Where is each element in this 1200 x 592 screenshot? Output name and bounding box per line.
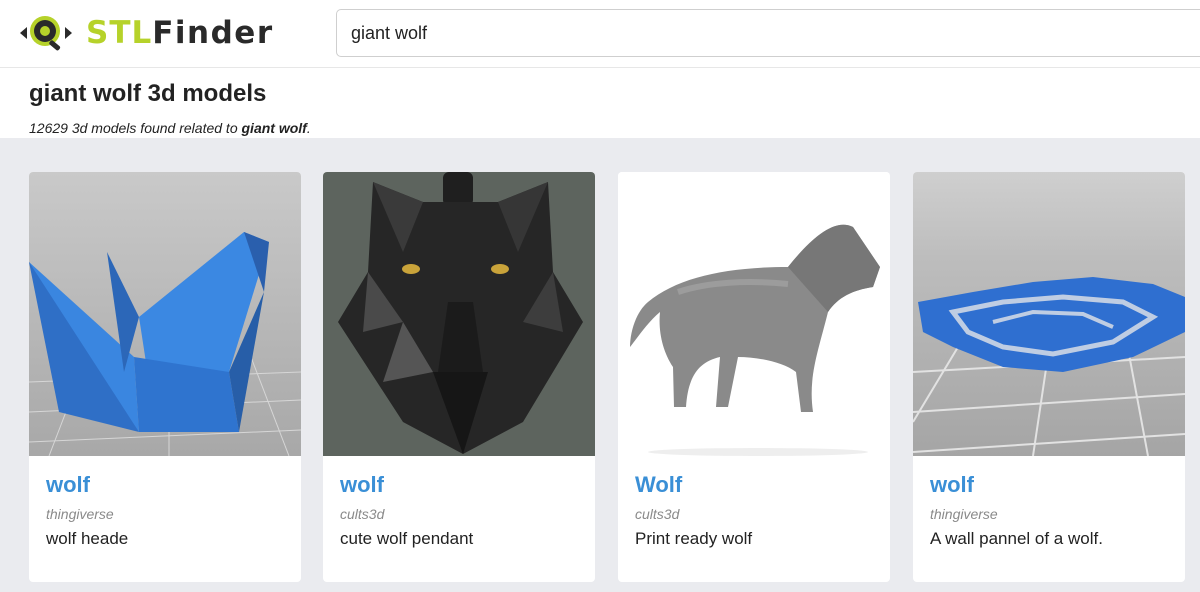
result-thumbnail[interactable] bbox=[29, 172, 301, 456]
result-thumbnail[interactable] bbox=[618, 172, 890, 456]
site-header: STLFinder bbox=[0, 0, 1200, 68]
result-thumbnail[interactable] bbox=[323, 172, 595, 456]
results-header: giant wolf 3d models 12629 3d models fou… bbox=[0, 68, 1200, 138]
result-count-number: 12629 bbox=[29, 120, 68, 136]
result-description: wolf heade bbox=[46, 529, 129, 548]
search-input[interactable] bbox=[336, 9, 1200, 57]
result-count-end: . bbox=[306, 120, 311, 136]
result-title-link[interactable]: wolf bbox=[340, 472, 384, 498]
result-source: cults3d bbox=[635, 506, 680, 522]
result-title-link[interactable]: wolf bbox=[46, 472, 90, 498]
result-card[interactable]: wolf thingiverse wolf heade bbox=[29, 172, 301, 582]
brand-part-finder: Finder bbox=[152, 15, 274, 51]
magnifier-eye-logo-icon bbox=[20, 16, 72, 51]
result-source: cults3d bbox=[340, 506, 385, 522]
result-card[interactable]: wolf thingiverse A wall pannel of a wolf… bbox=[913, 172, 1185, 582]
result-thumbnail[interactable] bbox=[913, 172, 1185, 456]
result-count-text: 3d models found related to bbox=[67, 120, 242, 136]
result-description: A wall pannel of a wolf. bbox=[930, 529, 1103, 548]
result-title-link[interactable]: wolf bbox=[930, 472, 974, 498]
results-grid: wolf thingiverse wolf heade wolf cults3d bbox=[0, 138, 1200, 592]
result-description: cute wolf pendant bbox=[340, 529, 474, 548]
site-logo[interactable]: STLFinder bbox=[18, 10, 274, 56]
result-source: thingiverse bbox=[46, 506, 114, 522]
brand-wordmark: STLFinder bbox=[86, 15, 274, 51]
result-title-link[interactable]: Wolf bbox=[635, 472, 682, 498]
result-card[interactable]: wolf cults3d cute wolf pendant bbox=[323, 172, 595, 582]
result-description: Print ready wolf bbox=[635, 529, 753, 548]
result-count: 12629 3d models found related to giant w… bbox=[29, 120, 311, 136]
result-source: thingiverse bbox=[930, 506, 998, 522]
brand-part-stl: STL bbox=[86, 15, 153, 51]
page-title: giant wolf 3d models bbox=[29, 80, 267, 107]
result-card[interactable]: Wolf cults3d Print ready wolf bbox=[618, 172, 890, 582]
result-query: giant wolf bbox=[241, 120, 307, 136]
